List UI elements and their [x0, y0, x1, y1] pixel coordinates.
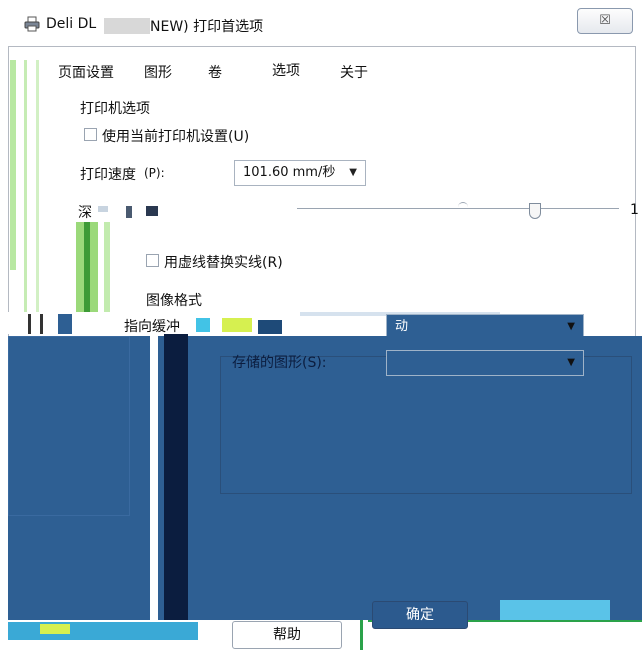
pointer-buffer-label: 指向缓冲 [124, 319, 180, 335]
glitch-noise [8, 622, 198, 640]
glitch-strip [58, 314, 72, 334]
darkness-max-label: 1 [630, 202, 639, 218]
glitch-strip [164, 334, 188, 622]
glitch-strip [28, 314, 31, 334]
glitch-strip [10, 60, 16, 270]
glitch-strip [360, 620, 363, 650]
slider-tick [458, 202, 468, 207]
help-button[interactable]: 帮助 [232, 621, 342, 649]
tab-page-setup[interactable]: 页面设置 [58, 62, 114, 82]
glitch-strip [84, 222, 90, 312]
darkness-slider-thumb[interactable] [529, 203, 542, 219]
use-current-label: 使用当前打印机设置(U) [102, 129, 250, 145]
glitch-noise [222, 318, 252, 332]
stored-graphics-label: 存储的图形(S): [232, 355, 327, 371]
darkness-label: 深 [78, 205, 92, 221]
window-title-prefix: Deli DL [46, 16, 97, 32]
close-button[interactable]: ☒ [577, 8, 633, 34]
chevron-down-icon: ▼ [349, 167, 357, 178]
tab-graphics[interactable]: 图形 [144, 62, 172, 82]
glitch-noise [126, 206, 132, 218]
print-speed-hotkey: (P): [144, 166, 165, 180]
glitch-noise [146, 206, 158, 216]
glitch-strip [104, 222, 110, 322]
tab-about[interactable]: 关于 [340, 62, 368, 82]
print-speed-value: 101.60 mm/秒 [243, 165, 336, 180]
printer-options-heading: 打印机选项 [80, 101, 150, 117]
print-speed-select[interactable]: 101.60 mm/秒 ▼ [234, 160, 366, 186]
glitch-strip [150, 334, 158, 634]
corrupted-panel [8, 336, 130, 516]
dashed-lines-checkbox[interactable] [146, 254, 159, 267]
printer-icon [24, 16, 40, 32]
chevron-down-icon: ▼ [567, 357, 575, 368]
glitch-noise [196, 318, 210, 332]
glitch-noise [500, 600, 610, 620]
title-bar: Deli DL NEW) 打印首选项 ☒ [0, 0, 642, 46]
redacted-model-mask [104, 18, 150, 34]
darkness-slider-track[interactable] [297, 208, 619, 209]
print-preferences-window: Deli DL NEW) 打印首选项 ☒ 页面设置 图形 卷 选项 关于 打印机… [0, 0, 642, 650]
tab-options[interactable]: 选项 [272, 60, 300, 80]
ok-button[interactable]: 确定 [372, 601, 468, 629]
corrupted-panel [220, 356, 632, 494]
dashed-lines-label: 用虚线替换实线(R) [164, 255, 283, 271]
window-title-suffix: NEW) 打印首选项 [150, 19, 264, 35]
glitch-strip [36, 60, 39, 330]
glitch-noise [258, 320, 282, 334]
pointer-buffer-value-partial: 自 [356, 319, 370, 335]
pointer-buffer-value: 动 [395, 319, 409, 334]
stored-graphics-select[interactable]: ▼ [386, 350, 584, 376]
glitch-noise [98, 206, 108, 212]
use-current-checkbox[interactable] [84, 128, 97, 141]
glitch-strip [24, 60, 27, 330]
glitch-noise [40, 624, 70, 634]
print-speed-label: 打印速度 [80, 167, 136, 183]
glitch-strip [40, 314, 43, 334]
tab-roll[interactable]: 卷 [208, 62, 222, 82]
image-format-heading: 图像格式 [146, 293, 202, 309]
